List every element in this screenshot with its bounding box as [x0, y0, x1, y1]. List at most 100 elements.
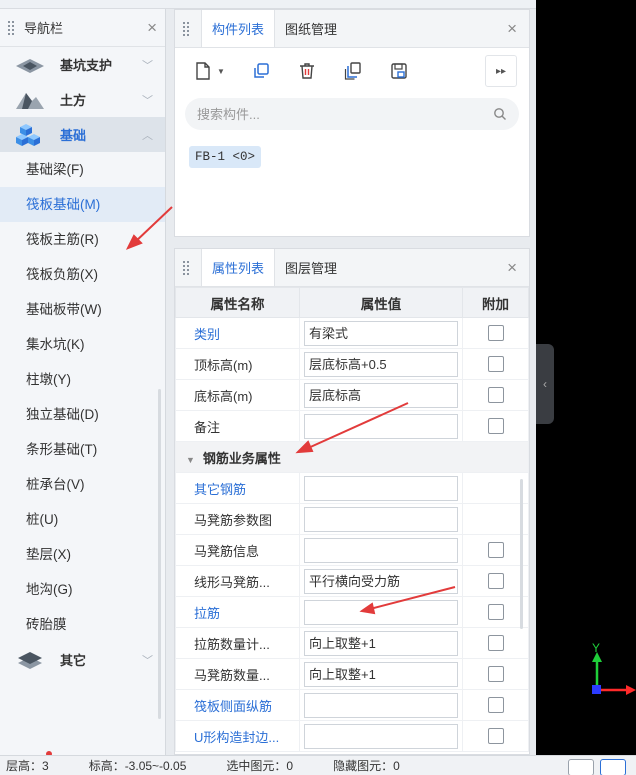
nav-item-column-pier[interactable]: 柱墩(Y)	[0, 362, 165, 397]
nav-item-isolated-footing[interactable]: 独立基础(D)	[0, 397, 165, 432]
extra-checkbox[interactable]	[487, 325, 504, 342]
nav-item-trench[interactable]: 地沟(G)	[0, 572, 165, 607]
property-value-field[interactable]: 有梁式	[304, 320, 458, 346]
component-tabbar: 构件列表 图纸管理 ×	[175, 10, 529, 48]
extra-checkbox[interactable]	[487, 666, 504, 683]
extra-checkbox[interactable]	[487, 604, 504, 621]
close-icon[interactable]: ×	[147, 18, 157, 38]
drag-grip-icon[interactable]	[8, 20, 14, 35]
copy-icon	[254, 63, 269, 78]
property-header-row: 属性名称 属性值 附加	[175, 287, 529, 318]
collapse-panel-button[interactable]: ‹	[536, 344, 554, 424]
property-group-rebar[interactable]: ▼ 钢筋业务属性	[175, 441, 529, 473]
nav-item-strip-footing[interactable]: 条形基础(T)	[0, 432, 165, 467]
nav-item-foundation-beam[interactable]: 基础梁(F)	[0, 152, 165, 187]
copy-to-floor-button[interactable]	[335, 55, 371, 87]
property-row: 顶标高(m) 层底标高+0.5	[175, 348, 529, 380]
tab-layer-management[interactable]: 图层管理	[275, 249, 347, 286]
axis-y-label: Y	[592, 641, 600, 655]
extra-checkbox[interactable]	[487, 387, 504, 404]
extra-checkbox[interactable]	[487, 697, 504, 714]
chevron-left-icon: ‹	[543, 377, 547, 391]
property-value-field[interactable]	[304, 692, 458, 718]
extra-checkbox[interactable]	[487, 728, 504, 745]
component-search	[185, 98, 519, 130]
copy-component-button[interactable]	[243, 55, 279, 87]
nav-category-label: 基坑支护	[60, 58, 113, 73]
nav-category-other[interactable]: 其它 ﹀	[0, 642, 165, 677]
property-row: 筏板侧面纵筋	[175, 689, 529, 721]
extra-checkbox[interactable]	[487, 356, 504, 373]
component-toolbar: ▼ ▸▸	[175, 48, 529, 94]
save-component-button[interactable]	[381, 55, 417, 87]
property-name: 顶标高(m)	[175, 348, 300, 380]
property-value-field[interactable]: 层底标高+0.5	[304, 351, 458, 377]
nav-item-pile[interactable]: 桩(U)	[0, 502, 165, 537]
status-toggle-button[interactable]	[568, 759, 594, 775]
col-property-value: 属性值	[299, 287, 463, 318]
nav-item-pile-cap[interactable]: 桩承台(V)	[0, 467, 165, 502]
extra-checkbox[interactable]	[487, 418, 504, 435]
search-input[interactable]	[197, 106, 493, 122]
extra-checkbox[interactable]	[487, 635, 504, 652]
property-name: 马凳筋参数图	[175, 503, 300, 535]
property-value-field[interactable]	[304, 599, 458, 625]
group-label: 钢筋业务属性	[202, 450, 281, 466]
more-button[interactable]: ▸▸	[485, 55, 517, 87]
nav-item-raft-main-rebar[interactable]: 筏板主筋(R)	[0, 222, 165, 257]
dropdown-arrow-icon[interactable]: ▼	[217, 67, 225, 76]
nav-item-raft-negative-rebar[interactable]: 筏板负筋(X)	[0, 257, 165, 292]
component-item-fb1[interactable]: FB-1 <0>	[189, 146, 262, 168]
status-floor-height: 层高：3	[6, 759, 49, 773]
nav-item-brick-mold[interactable]: 砖胎膜	[0, 607, 165, 642]
nav-category-label: 基础	[60, 128, 87, 143]
tab-component-list[interactable]: 构件列表	[201, 10, 276, 47]
collapse-arrow-icon[interactable]: ▼	[186, 455, 195, 465]
property-value-field[interactable]: 向上取整+1	[304, 630, 458, 656]
drag-grip-icon[interactable]	[183, 260, 189, 275]
nav-scrollbar[interactable]	[158, 389, 161, 719]
nav-item-sump-pit[interactable]: 集水坑(K)	[0, 327, 165, 362]
close-icon[interactable]: ×	[507, 19, 517, 39]
property-tabbar: 属性列表 图层管理 ×	[175, 249, 529, 287]
property-value-field[interactable]: 层底标高	[304, 382, 458, 408]
nav-category-label: 其它	[60, 653, 87, 668]
nav-item-raft-foundation[interactable]: 筏板基础(M)	[0, 187, 165, 222]
property-panel: 属性列表 图层管理 × 属性名称 属性值 附加 类别 有梁式 顶标高(m) 层底…	[174, 248, 530, 755]
property-scrollbar[interactable]	[520, 479, 523, 629]
close-icon[interactable]: ×	[507, 258, 517, 278]
nav-item-cushion[interactable]: 垫层(X)	[0, 537, 165, 572]
property-value-field[interactable]	[304, 537, 458, 563]
property-table: 属性名称 属性值 附加 类别 有梁式 顶标高(m) 层底标高+0.5 底标高(m…	[175, 287, 529, 752]
chevron-down-icon: ﹀	[142, 654, 153, 667]
property-value-field[interactable]: 向上取整+1	[304, 661, 458, 687]
extra-checkbox[interactable]	[487, 573, 504, 590]
tab-property-list[interactable]: 属性列表	[201, 249, 276, 286]
nav-item-list: 基础梁(F) 筏板基础(M) 筏板主筋(R) 筏板负筋(X) 基础板带(W) 集…	[0, 152, 165, 642]
property-value-field[interactable]	[304, 723, 458, 749]
nav-category-foundation[interactable]: 基础 ︿	[0, 117, 165, 152]
tab-drawing-management[interactable]: 图纸管理	[275, 10, 347, 47]
drag-grip-icon[interactable]	[183, 21, 189, 36]
top-strip	[0, 0, 536, 9]
status-selected: 选中图元：0	[226, 759, 294, 773]
new-component-button[interactable]: ▼	[185, 55, 233, 87]
navigation-panel: 导航栏 × 基坑支护 ﹀ 土方 ﹀ 基础 ︿ 基础梁(F) 筏板基础(M) 筏板…	[0, 9, 166, 757]
nav-category-earthwork[interactable]: 土方 ﹀	[0, 82, 165, 117]
property-value-field[interactable]	[304, 475, 458, 501]
property-name: 线形马凳筋...	[175, 565, 300, 597]
extra-checkbox[interactable]	[487, 542, 504, 559]
status-elevation: 标高：-3.05~-0.05	[88, 759, 187, 773]
property-name: 类别	[175, 317, 300, 349]
property-value-field[interactable]: 平行横向受力筋	[304, 568, 458, 594]
property-name: U形构造封边...	[175, 720, 300, 752]
search-icon[interactable]	[493, 107, 507, 121]
property-value-field[interactable]	[304, 506, 458, 532]
save-icon	[391, 63, 407, 79]
property-value-field[interactable]	[304, 413, 458, 439]
nav-item-foundation-strip[interactable]: 基础板带(W)	[0, 292, 165, 327]
nav-category-pit-support[interactable]: 基坑支护 ﹀	[0, 47, 165, 82]
delete-component-button[interactable]	[289, 55, 325, 87]
property-row: 线形马凳筋... 平行横向受力筋	[175, 565, 529, 597]
status-toggle-button[interactable]	[600, 759, 626, 775]
